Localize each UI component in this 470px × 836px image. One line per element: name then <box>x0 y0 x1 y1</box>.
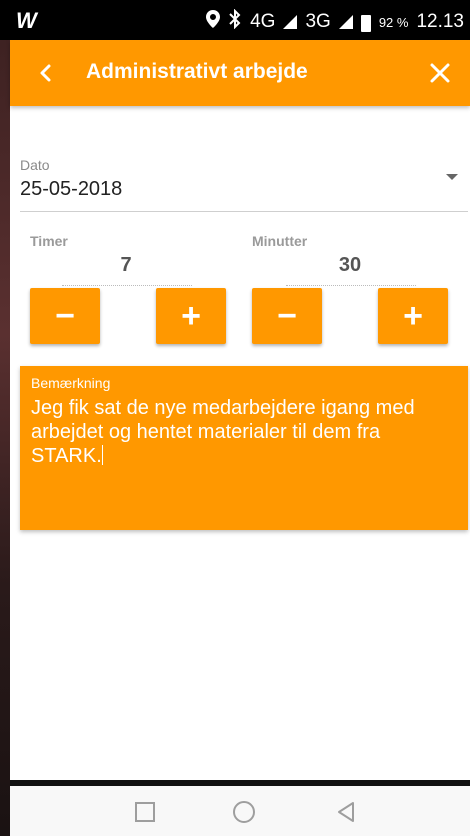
network-4g: 4G <box>250 11 276 32</box>
hours-decrease-button[interactable]: − <box>30 288 100 344</box>
minutes-decrease-button[interactable]: − <box>252 288 322 344</box>
back-button[interactable] <box>30 57 62 89</box>
background-left <box>0 0 10 836</box>
app-bar: Administrativt arbejde <box>10 40 470 106</box>
note-content: Jeg fik sat de nye medarbejdere igang me… <box>31 397 415 467</box>
note-field[interactable]: Bemærkning Jeg fik sat de nye medarbejde… <box>20 366 468 530</box>
recent-apps-icon <box>135 802 155 822</box>
app-screen: Administrativt arbejde Dato 25-05-2018 T… <box>10 40 470 780</box>
hours-value[interactable]: 7 <box>46 254 206 277</box>
close-icon <box>430 63 450 83</box>
hours-label: Timer <box>30 233 68 249</box>
minutes-value[interactable]: 30 <box>270 254 430 277</box>
minutes-divider <box>286 285 416 286</box>
date-field[interactable]: 25-05-2018 <box>20 178 122 201</box>
back-nav-button[interactable] <box>334 800 358 824</box>
date-underline <box>20 211 468 212</box>
status-bar: W 4G 3G 92 % 12.13 <box>0 0 470 40</box>
battery-icon <box>360 14 371 32</box>
home-icon <box>233 801 255 823</box>
navigation-bar <box>10 786 470 836</box>
battery-percent: 92 % <box>378 14 409 30</box>
hours-divider <box>62 285 192 286</box>
back-nav-icon <box>338 802 354 822</box>
network-3g: 3G <box>305 11 331 32</box>
date-label: Dato <box>20 157 50 173</box>
home-button[interactable] <box>232 800 256 824</box>
back-icon <box>40 64 51 82</box>
recent-apps-button[interactable] <box>133 800 157 824</box>
app-logo: W <box>16 8 37 33</box>
location-icon <box>206 10 221 34</box>
note-label: Bemærkning <box>31 375 111 391</box>
minutes-label: Minutter <box>252 233 308 249</box>
note-text[interactable]: Jeg fik sat de nye medarbejdere igang me… <box>31 396 451 468</box>
status-icons: 4G 3G 92 % 12.13 <box>206 8 464 35</box>
signal-icon <box>283 15 298 29</box>
dropdown-arrow-icon[interactable] <box>446 174 458 180</box>
bluetooth-icon <box>228 8 242 35</box>
minutes-increase-button[interactable]: + <box>378 288 448 344</box>
signal-icon-2 <box>338 15 353 29</box>
hours-increase-button[interactable]: + <box>156 288 226 344</box>
text-cursor <box>101 445 103 465</box>
close-button[interactable] <box>424 57 456 89</box>
page-title: Administrativt arbejde <box>86 60 308 83</box>
clock: 12.13 <box>416 11 464 32</box>
